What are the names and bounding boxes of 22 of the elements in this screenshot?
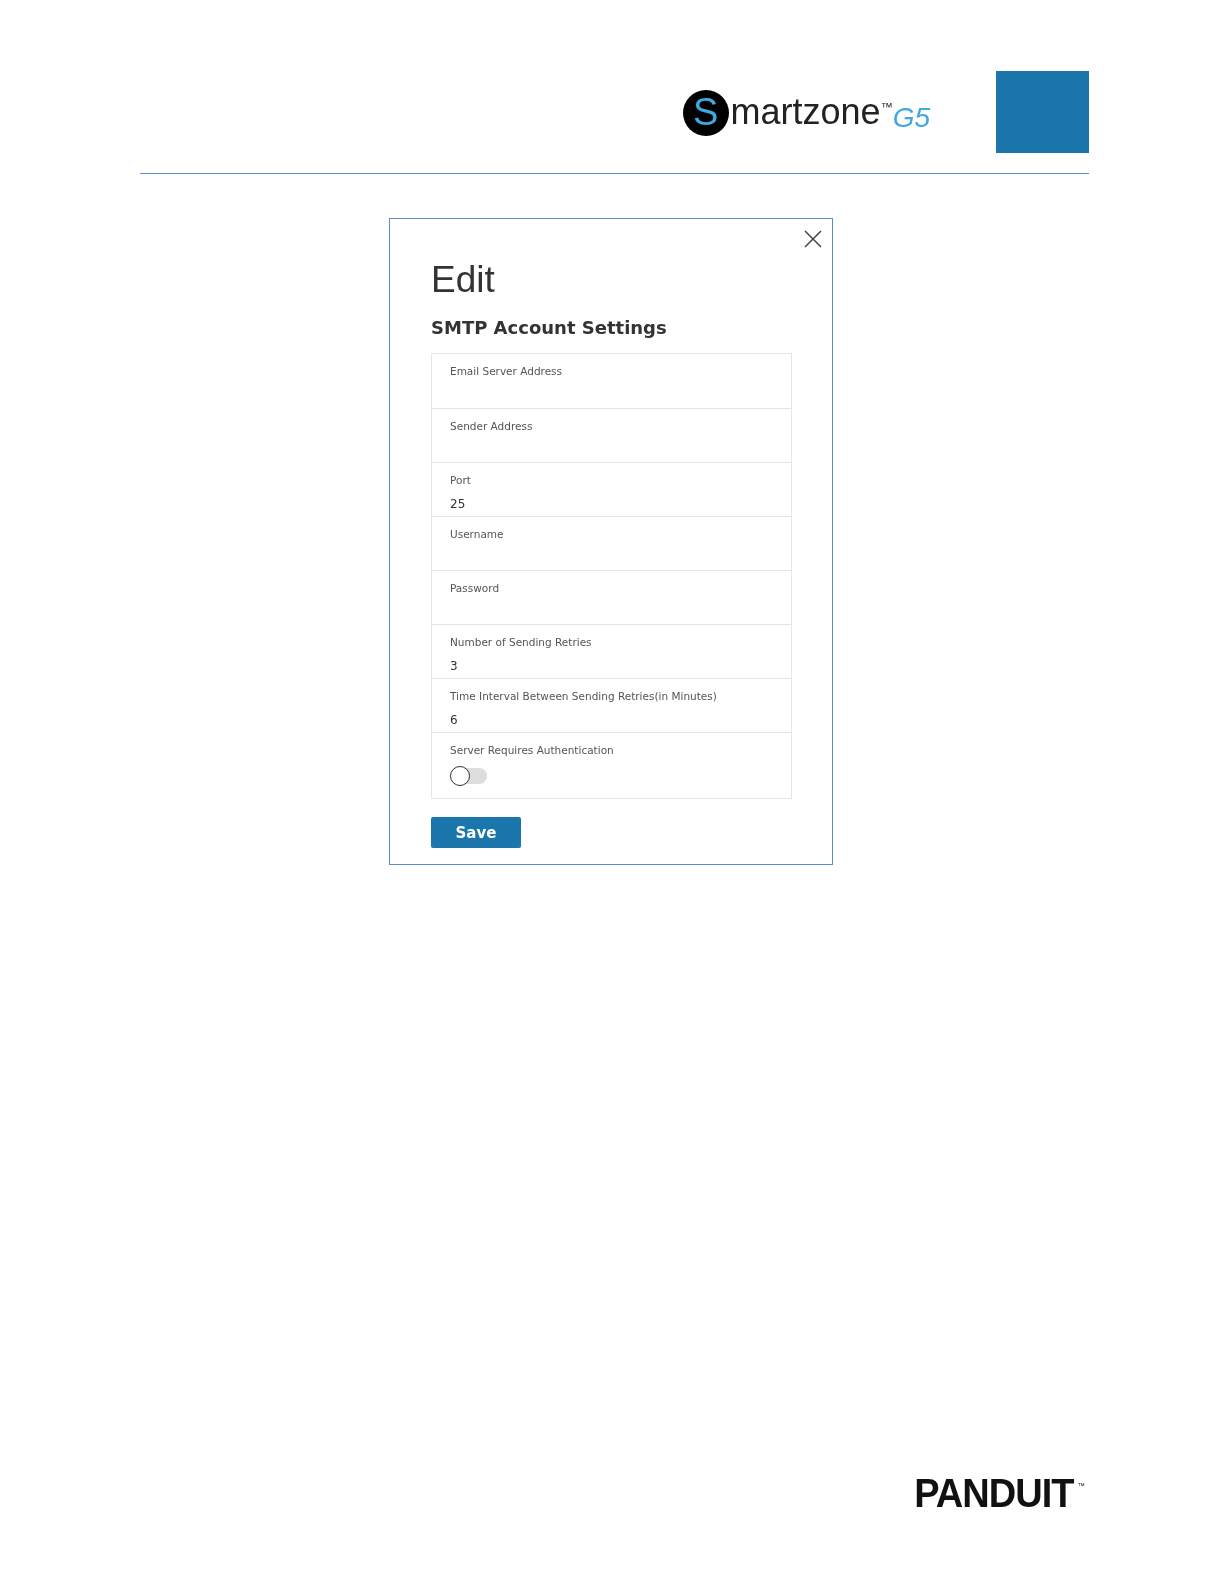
field-label: Time Interval Between Sending Retries(in Minutes) [450, 689, 717, 703]
dialog-title: Edit [431, 259, 496, 301]
section-heading: SMTP Account Settings [431, 317, 668, 339]
input-field[interactable]: 3 [450, 658, 750, 674]
input-field[interactable]: 25 [450, 496, 750, 512]
field-label: Port [450, 473, 471, 487]
field-label: Username [450, 527, 504, 541]
field-label: Sender Address [450, 419, 533, 433]
logo-edition: G5 [892, 102, 930, 134]
input-field[interactable]: 6 [450, 712, 750, 728]
trademark-mark: ™ [880, 100, 893, 114]
field-label: Number of Sending Retries [450, 635, 592, 649]
field-label: Password [450, 581, 500, 595]
footer-logo: PANDUIT [914, 1474, 1074, 1512]
close-button[interactable] [803, 229, 823, 249]
logo-wordmark: martzone [730, 90, 881, 134]
toggle-switch[interactable] [450, 766, 487, 786]
field-label: Server Requires Authentication [450, 743, 614, 757]
logo-initial: S [682, 90, 729, 136]
save-button[interactable]: Save [431, 817, 521, 848]
close-icon [803, 229, 823, 249]
field-label: Email Server Address [450, 364, 563, 378]
